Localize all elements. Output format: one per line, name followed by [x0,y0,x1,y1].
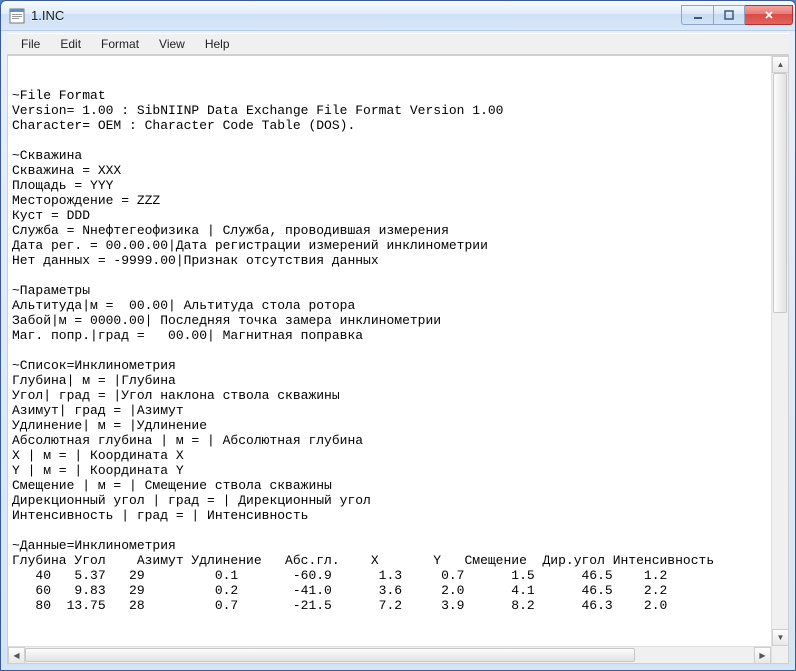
window-title: 1.INC [31,8,681,23]
editor-container: ~File Format Version= 1.00 : SibNIINP Da… [7,55,789,664]
horizontal-scrollbar[interactable]: ◀ ▶ [8,646,771,663]
horizontal-scroll-thumb[interactable] [25,648,635,662]
text-editor[interactable]: ~File Format Version= 1.00 : SibNIINP Da… [8,56,771,663]
maximize-button[interactable] [713,5,745,25]
app-window: 1.INC File Edit Format View Help ~File F… [0,0,796,671]
app-icon [9,8,25,24]
window-controls [681,5,793,25]
scroll-up-button[interactable]: ▲ [772,56,789,73]
scroll-down-button[interactable]: ▼ [772,629,789,646]
menu-help[interactable]: Help [195,35,240,53]
vertical-scroll-track[interactable] [772,73,788,629]
vertical-scrollbar[interactable]: ▲ ▼ [771,56,788,663]
menu-edit[interactable]: Edit [50,35,91,53]
scroll-left-button[interactable]: ◀ [8,647,25,664]
menu-view[interactable]: View [149,35,195,53]
close-button[interactable] [745,5,793,25]
vertical-scroll-thumb[interactable] [773,73,787,313]
menu-file[interactable]: File [11,35,50,53]
minimize-button[interactable] [681,5,713,25]
menu-format[interactable]: Format [91,35,149,53]
menubar: File Edit Format View Help [7,33,789,55]
titlebar[interactable]: 1.INC [1,1,795,31]
horizontal-scroll-track[interactable] [25,647,754,663]
scroll-corner [772,646,789,663]
scroll-right-button[interactable]: ▶ [754,647,771,664]
